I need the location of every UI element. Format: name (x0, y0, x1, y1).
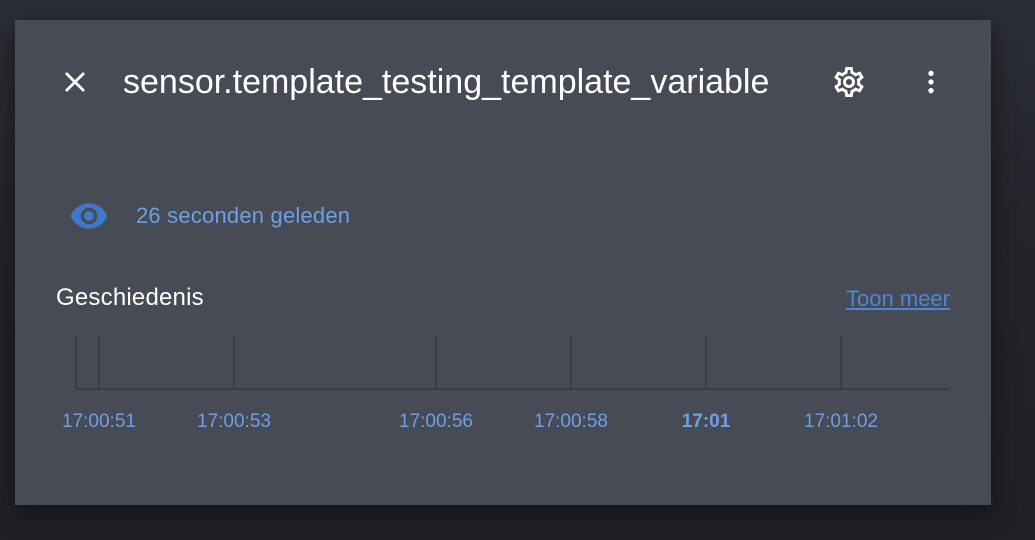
timeline-tick-label: 17:00:51 (62, 411, 136, 432)
settings-button[interactable] (825, 58, 873, 106)
entity-title: sensor.template_testing_template_variabl… (123, 63, 770, 101)
dialog-header: sensor.template_testing_template_variabl… (15, 20, 991, 140)
timeline-tick-label: 17:00:58 (534, 411, 608, 432)
last-changed-text: 26 seconden geleden (136, 203, 351, 228)
more-info-dialog: sensor.template_testing_template_variabl… (15, 20, 991, 505)
timeline-tick-label: 17:00:56 (399, 411, 473, 432)
close-button[interactable] (53, 60, 97, 104)
last-changed-row: 26 seconden geleden (67, 194, 350, 238)
show-more-link[interactable]: Toon meer (846, 286, 950, 312)
dots-vertical-icon (928, 70, 934, 94)
history-timeline: 17:00:51 17:00:53 17:00:56 17:00:58 17:01 17:… (15, 320, 991, 460)
close-icon (65, 72, 85, 92)
eye-icon (67, 194, 111, 238)
gear-icon (834, 67, 864, 97)
timeline-tick-label: 17:01 (682, 411, 731, 432)
history-title: Geschiedenis (56, 284, 204, 311)
timeline-tick-label: 17:01:02 (804, 411, 878, 432)
timeline-tick-label: 17:00:53 (197, 411, 271, 432)
more-options-button[interactable] (907, 58, 955, 106)
timeline-chart: 17:00:51 17:00:53 17:00:56 17:00:58 17:01 17:… (62, 336, 950, 432)
